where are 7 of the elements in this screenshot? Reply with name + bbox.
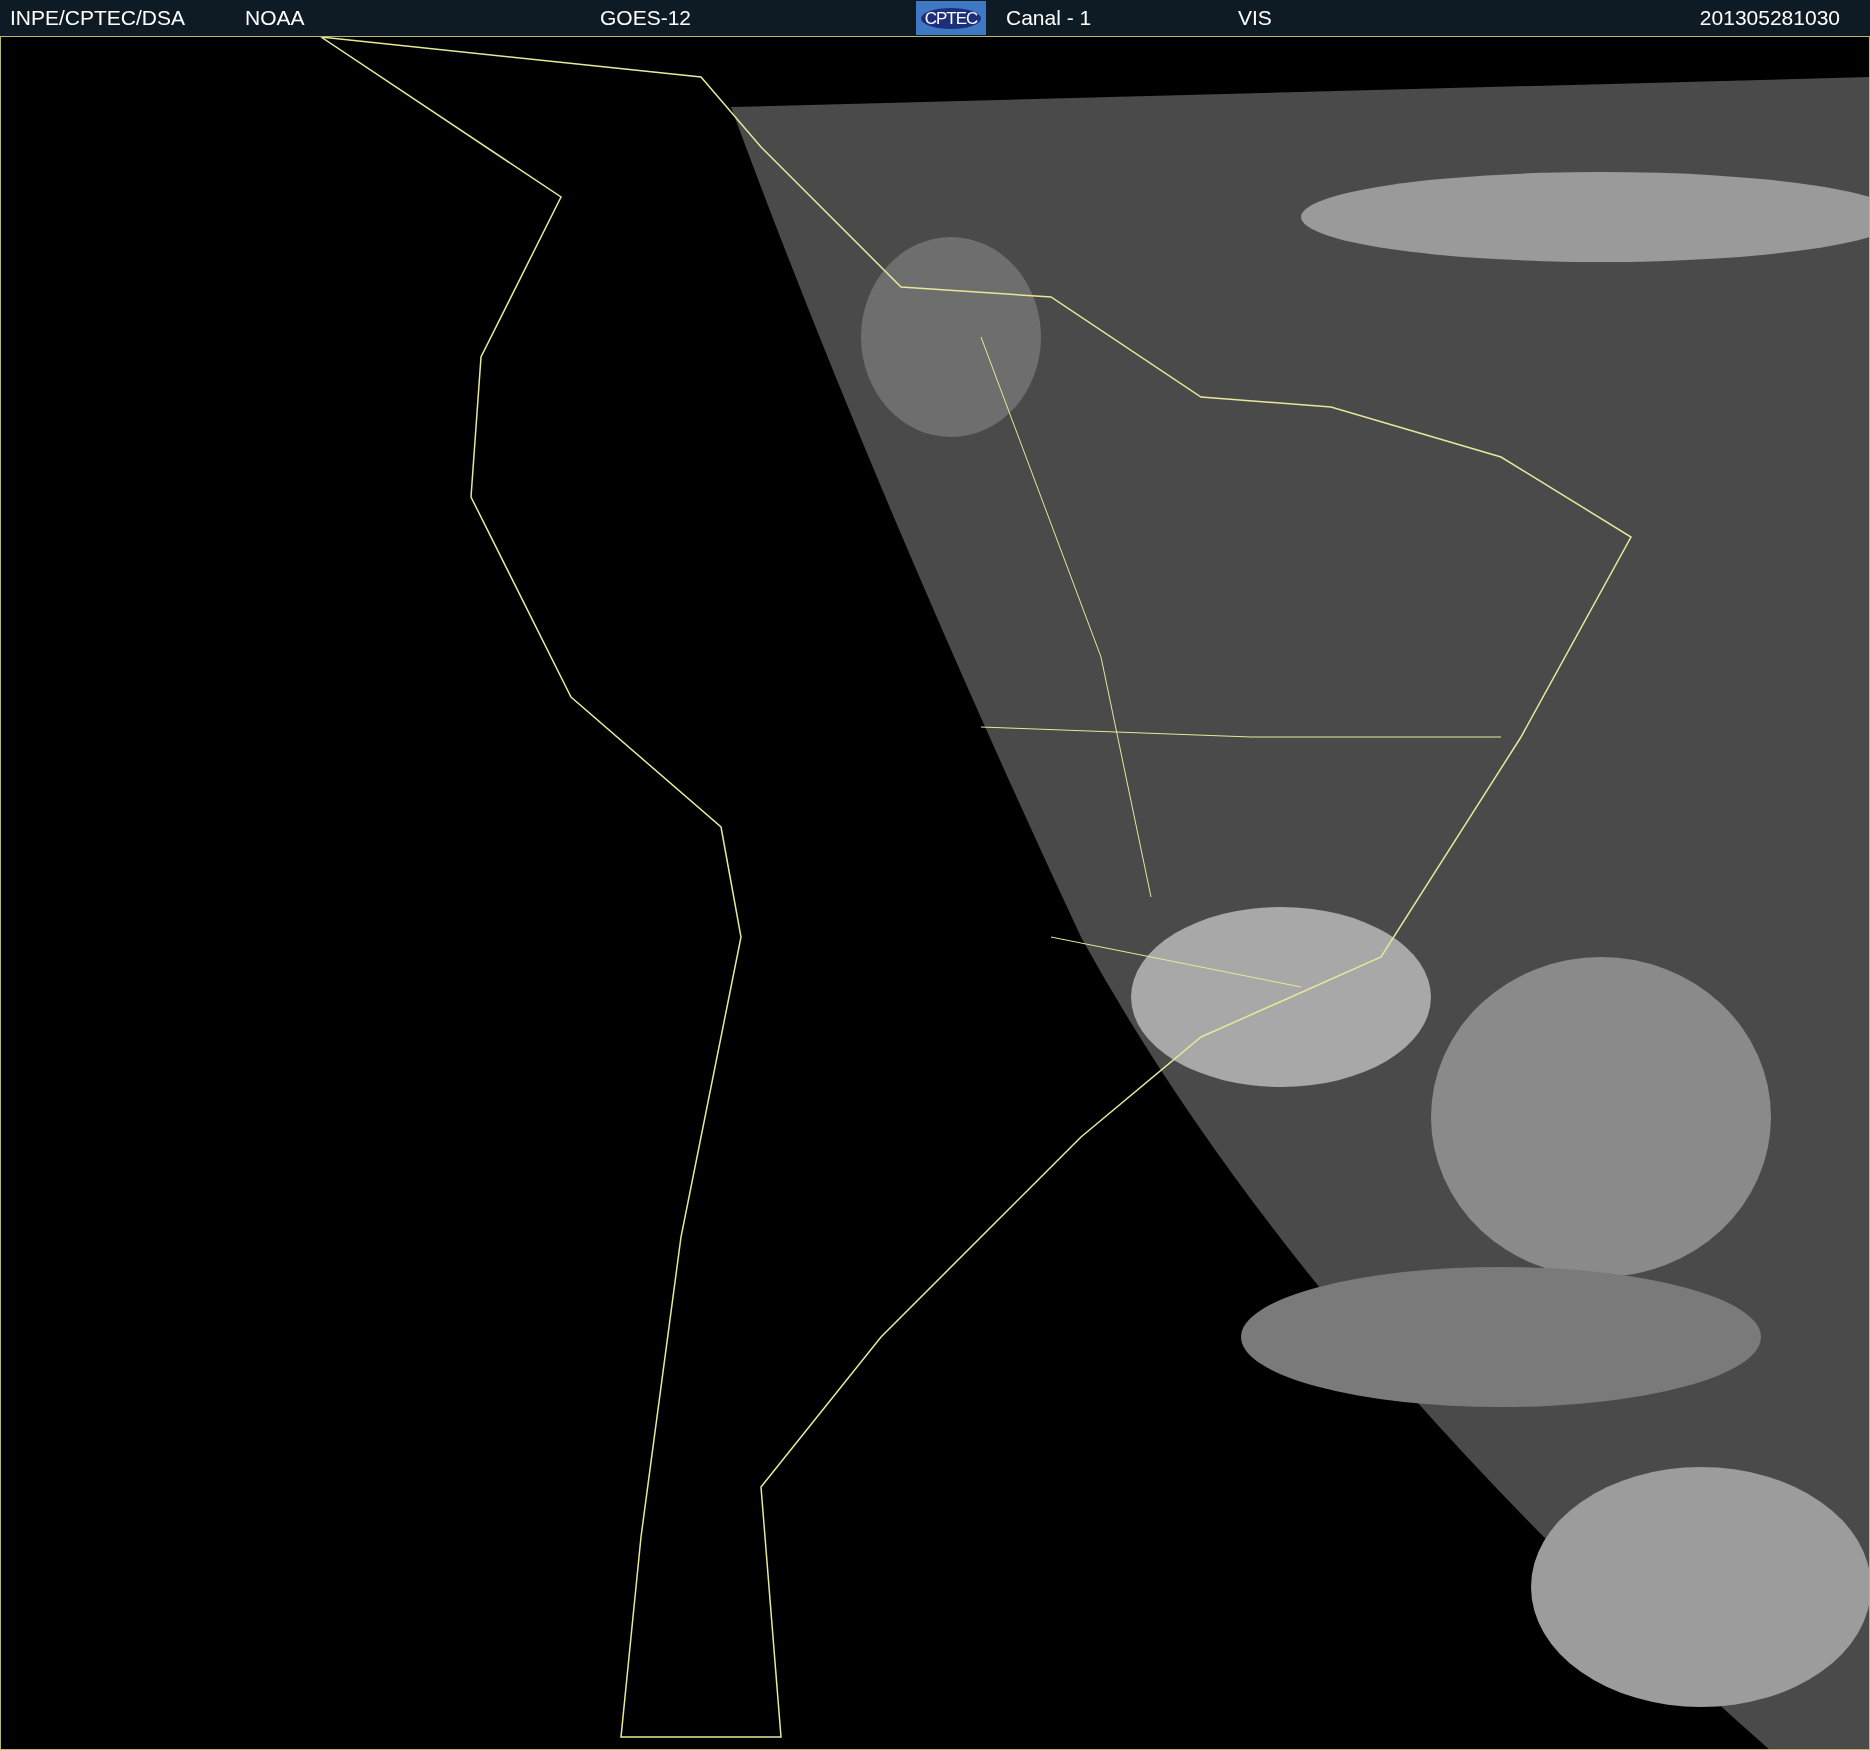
channel-label: Canal - 1	[1006, 5, 1093, 32]
timestamp-label: 201305281030	[1698, 5, 1841, 32]
satellite-label: GOES-12	[600, 5, 693, 32]
band-label: VIS	[1238, 5, 1273, 32]
agency-label: NOAA	[245, 5, 306, 32]
logo: CPTEC	[916, 1, 986, 35]
source-label: INPE/CPTEC/DSA	[10, 5, 187, 32]
